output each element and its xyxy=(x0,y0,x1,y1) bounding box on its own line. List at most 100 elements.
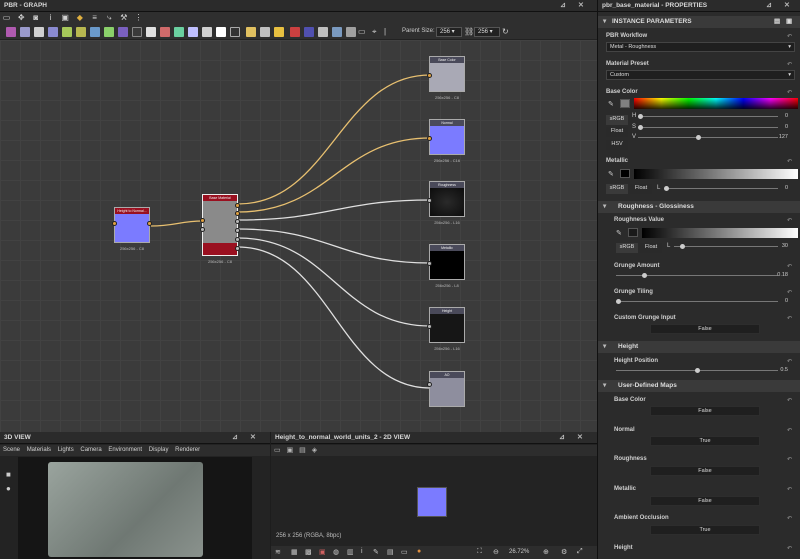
input-port[interactable] xyxy=(427,261,432,266)
rgb-icon[interactable]: ▣ xyxy=(319,548,326,556)
pin-icon[interactable]: ⊿ xyxy=(766,0,772,12)
reset-icon[interactable]: ↶ xyxy=(787,486,792,493)
float-toggle[interactable]: Float xyxy=(630,184,652,194)
display-icon[interactable]: ▭ xyxy=(274,447,281,454)
section-height[interactable]: Height xyxy=(598,341,800,353)
s-slider-knob[interactable] xyxy=(638,125,643,130)
menu-camera[interactable]: Camera xyxy=(80,447,101,453)
reset-icon[interactable]: ↶ xyxy=(787,456,792,463)
fxmap-icon[interactable] xyxy=(230,27,240,37)
metallic-value[interactable]: 0 xyxy=(785,185,788,191)
svg-icon[interactable] xyxy=(34,27,44,37)
output-port[interactable] xyxy=(235,203,240,208)
light-icon[interactable]: ● xyxy=(6,484,11,493)
input-port[interactable] xyxy=(427,73,432,78)
graph-instance-icon[interactable] xyxy=(332,27,342,37)
grunge-tiling-knob[interactable] xyxy=(616,299,621,304)
s-value[interactable]: 0 xyxy=(785,124,788,130)
map-metallic-toggle[interactable]: False xyxy=(650,496,760,506)
copy-icon[interactable]: ▤ xyxy=(299,447,306,454)
reset-icon[interactable]: ↶ xyxy=(787,358,792,365)
reset-icon[interactable]: ↶ xyxy=(787,289,792,296)
info-icon[interactable]: i xyxy=(46,13,55,22)
metallic-swatch[interactable] xyxy=(620,169,630,178)
move-icon[interactable]: ✥ xyxy=(17,13,26,22)
output-port[interactable] xyxy=(235,228,240,233)
output-port[interactable] xyxy=(235,219,240,224)
reset-icon[interactable]: ↶ xyxy=(787,217,792,224)
input-port[interactable] xyxy=(200,218,205,223)
expand-icon[interactable]: ⤢ xyxy=(577,548,583,556)
layers-icon[interactable]: ≋ xyxy=(275,548,281,556)
base-material-node[interactable]: Base Material 256x256 - C8 xyxy=(200,194,240,264)
height-position-knob[interactable] xyxy=(695,368,700,373)
settings-icon[interactable]: ⚙ xyxy=(561,548,567,556)
menu-scene[interactable]: Scene xyxy=(3,447,20,453)
roughness-value[interactable]: 30 xyxy=(782,243,788,249)
output-metallic-node[interactable]: Metallic 256x256 - L8 xyxy=(427,244,465,288)
screen-icon[interactable]: ▭ xyxy=(401,548,408,556)
metallic-slider[interactable] xyxy=(664,186,778,191)
output-port[interactable] xyxy=(235,211,240,216)
map-ao-toggle[interactable]: True xyxy=(650,525,760,535)
menu-display[interactable]: Display xyxy=(149,447,169,453)
output-ao-node[interactable]: AO xyxy=(427,371,465,407)
alpha-icon[interactable]: ◍ xyxy=(333,548,339,556)
input-port[interactable] xyxy=(427,382,432,387)
link-icon[interactable]: ⤷ xyxy=(105,13,114,22)
color-wheel-icon[interactable]: ● xyxy=(417,548,421,555)
srgb-toggle[interactable]: sRGB xyxy=(606,115,628,125)
map-basecolor-toggle[interactable]: False xyxy=(650,406,760,416)
checker-icon[interactable]: ▩ xyxy=(305,548,312,556)
height-position-value[interactable]: 0.5 xyxy=(780,367,788,373)
uniform-icon[interactable] xyxy=(146,27,156,37)
reset-icon[interactable]: ↶ xyxy=(787,89,792,96)
texture-preview[interactable] xyxy=(417,487,447,517)
node-type-icon[interactable] xyxy=(6,27,16,37)
input-color-icon[interactable] xyxy=(246,27,256,37)
hsv-toggle[interactable]: HSV xyxy=(606,140,628,150)
normal-icon[interactable] xyxy=(174,27,184,37)
custom-grunge-toggle[interactable]: False xyxy=(650,324,760,334)
link-size-icon[interactable]: ⛓ xyxy=(464,27,474,37)
reset-icon[interactable]: ↶ xyxy=(787,397,792,404)
zoom-out-icon[interactable]: ⊖ xyxy=(493,548,499,556)
close-icon[interactable]: ✕ xyxy=(784,0,790,12)
grunge-amount-slider[interactable] xyxy=(616,273,778,278)
output-icon[interactable] xyxy=(274,27,284,37)
metallic-gradient[interactable] xyxy=(634,169,798,179)
save-icon[interactable]: ▣ xyxy=(287,447,294,454)
float-toggle[interactable]: Float xyxy=(640,243,662,253)
picker-icon[interactable]: ✎ xyxy=(373,548,379,556)
distance-icon[interactable] xyxy=(188,27,198,37)
reset-icon[interactable]: ↶ xyxy=(787,315,792,322)
menu-environment[interactable]: Environment xyxy=(108,447,142,453)
blend-icon[interactable] xyxy=(132,27,142,37)
menu-renderer[interactable]: Renderer xyxy=(175,447,200,453)
export-icon[interactable]: ▤ xyxy=(387,548,394,556)
input-port[interactable] xyxy=(427,136,432,141)
layout-icon[interactable] xyxy=(346,27,356,37)
camera-icon[interactable]: ◙ xyxy=(31,13,40,22)
grunge-amount-value[interactable]: 0.18 xyxy=(777,272,788,278)
camera-icon[interactable]: ■ xyxy=(6,470,11,479)
height-to-normal-node[interactable]: Height to Normal... 256x256 - C8 xyxy=(112,207,152,251)
roughness-gradient[interactable] xyxy=(642,228,798,238)
emboss-icon[interactable] xyxy=(216,27,226,37)
output-height-node[interactable]: Height 256x256 - L16 xyxy=(427,307,465,351)
tile-icon[interactable]: ▦ xyxy=(291,548,298,556)
align-icon[interactable]: ≡ xyxy=(90,13,99,22)
grunge-tiling-slider[interactable] xyxy=(616,299,778,304)
input-port[interactable] xyxy=(427,324,432,329)
refresh-icon[interactable]: ↻ xyxy=(502,27,512,37)
info-icon[interactable]: i xyxy=(361,548,363,555)
v-value[interactable]: 127 xyxy=(779,134,788,140)
eyedropper-icon[interactable]: ✎ xyxy=(608,100,614,108)
frame-icon[interactable]: ▭ xyxy=(2,13,11,22)
input-gray-icon[interactable] xyxy=(260,27,270,37)
output-port[interactable] xyxy=(235,237,240,242)
output-size-select[interactable]: 256 ▾ xyxy=(474,27,500,37)
eyedropper-icon[interactable]: ✎ xyxy=(608,170,614,178)
grayscale-icon[interactable] xyxy=(202,27,212,37)
pin-node-icon[interactable] xyxy=(318,27,328,37)
